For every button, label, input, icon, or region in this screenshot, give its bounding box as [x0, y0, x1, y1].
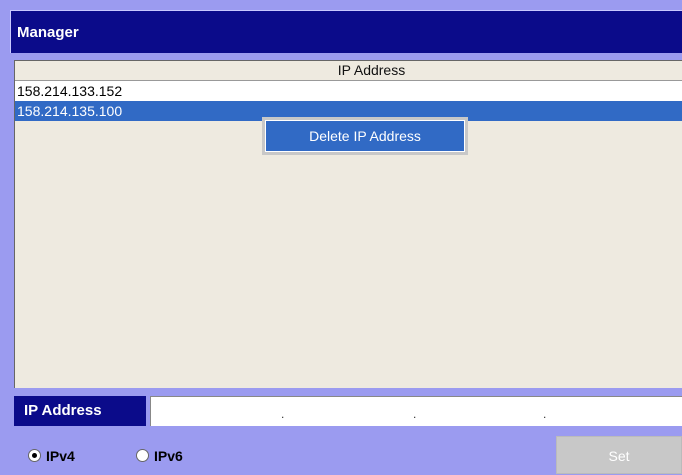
radio-unchecked-icon[interactable]: [136, 449, 149, 463]
column-header-ip-address[interactable]: IP Address: [15, 61, 682, 81]
context-menu: Delete IP Address: [262, 117, 468, 155]
ipv4-radio[interactable]: IPv4: [28, 446, 75, 464]
ip-address-input[interactable]: . . .: [150, 396, 682, 426]
table-row[interactable]: 158.214.133.152: [15, 81, 682, 101]
window-title: Manager: [17, 24, 79, 41]
ipv6-radio[interactable]: IPv6: [136, 446, 183, 464]
delete-ip-address-menu-item[interactable]: Delete IP Address: [265, 120, 465, 152]
ip-separator: .: [281, 407, 285, 421]
ipv4-label: IPv4: [46, 447, 75, 464]
radio-checked-icon[interactable]: [28, 449, 41, 463]
title-bar: Manager: [10, 10, 682, 53]
set-button[interactable]: Set: [556, 436, 682, 474]
ip-separator: .: [543, 407, 547, 421]
ipv6-label: IPv6: [154, 447, 183, 464]
ip-separator: .: [413, 407, 417, 421]
ip-address-label: IP Address: [14, 396, 146, 426]
ip-address-table[interactable]: IP Address 158.214.133.152 158.214.135.1…: [14, 60, 682, 388]
